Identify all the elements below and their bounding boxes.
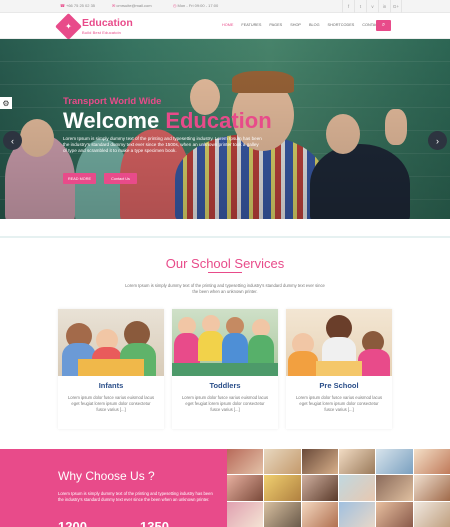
hero-kicker: Transport World Wide [63,96,162,107]
stat-number: 1350 [140,519,169,527]
slider-next-button[interactable]: › [428,131,447,150]
service-card-infants[interactable]: Infants Lorem ipsum dolor fusce varius e… [58,309,164,429]
service-description: Lorem ipsum dolor fusce varius euismod l… [295,395,383,412]
hero-title: Welcome Education [63,108,272,133]
collage-photo [376,449,413,475]
nav-home[interactable]: HOME [222,23,233,27]
service-description: Lorem ipsum dolor fusce varius euismod l… [67,395,155,412]
collage-photo [227,449,264,475]
title-underline [208,272,242,273]
google-plus-icon[interactable]: G+ [390,0,402,13]
slider-prev-button[interactable]: ‹ [3,131,22,150]
chevron-left-icon: ‹ [11,135,14,146]
clock-icon: ◷ [173,3,177,8]
nav-shop[interactable]: SHOP [290,23,301,27]
search-button[interactable]: ⌕ [376,20,391,31]
nav-features[interactable]: FEATURES [241,23,261,27]
collage-photo [227,501,264,527]
nav-blog[interactable]: BLOG [309,23,320,27]
gear-icon: ⚙ [2,98,10,108]
service-title: Pre School [319,381,359,390]
collage-photo [301,475,338,501]
settings-toggle[interactable]: ⚙ [0,97,12,109]
collage-photo [264,475,301,501]
collage-photo [413,475,450,501]
collage-photo [301,501,338,527]
collage-photo [227,475,264,501]
service-description: Lorem ipsum dolor fusce varius euismod l… [181,395,269,412]
twitter-icon[interactable]: t [354,0,366,13]
collage-photo [376,475,413,501]
collage-photo [413,501,450,527]
social-links: f t v in G+ [342,0,402,13]
collage-photo [338,475,376,501]
stat-number: 1200 [58,519,87,527]
logo-icon[interactable]: ✦ [55,13,82,40]
why-description: Lorem Ipsum is simply dummy text of the … [58,491,213,502]
service-card-preschool[interactable]: Pre School Lorem ipsum dolor fusce variu… [286,309,392,429]
email-info[interactable]: ✉cmrsuite@mail.com [112,3,152,8]
collage-photo [264,501,301,527]
services-title: Our School Services [165,256,285,271]
chevron-right-icon: › [436,135,439,146]
vimeo-icon[interactable]: v [366,0,378,13]
phone-icon: ☎ [60,3,65,8]
read-more-button[interactable]: READ MORE [63,173,96,184]
service-image [58,309,164,376]
collage-photo [413,449,450,475]
service-card-toddlers[interactable]: Toddlers Lorem ipsum dolor fusce varius … [172,309,278,429]
service-title: Toddlers [209,381,241,390]
facebook-icon[interactable]: f [342,0,354,13]
collage-photo [338,449,376,475]
nav-pages[interactable]: PAGES [269,23,282,27]
photo-collage [227,449,450,527]
logo-subtitle: Build Best Educatoin [82,30,121,35]
phone-info: ☎+66 75 25 02 35 [60,3,96,8]
why-choose-section: Why Choose Us ? Lorem Ipsum is simply du… [0,449,227,527]
logo-title[interactable]: Education [82,17,133,29]
service-title: Infants [98,381,124,390]
collage-photo [338,501,376,527]
collage-photo [376,501,413,527]
search-icon: ⌕ [381,22,386,28]
contact-us-button[interactable]: Contact Us [104,173,137,184]
why-title: Why Choose Us ? [58,469,155,483]
hours-info: ◷Mon - Fri 09:00 - 17:00 [173,3,219,8]
nav-shortcodes[interactable]: SHORTCODES [328,23,355,27]
service-image [172,309,278,376]
hero-description: Lorem Ipsum is simply dummy text of the … [63,136,262,153]
section-divider [0,236,450,238]
main-nav: HOME FEATURES PAGES SHOP BLOG SHORTCODES… [222,23,395,27]
mail-icon: ✉ [112,3,116,8]
site-header: ✦ Education Build Best Educatoin HOME FE… [0,13,450,40]
service-image [286,309,392,376]
services-description: Lorem Ipsum is simply dummy text of the … [125,283,325,294]
linkedin-icon[interactable]: in [378,0,390,13]
collage-photo [301,449,338,475]
collage-photo [264,449,301,475]
top-bar: ☎+66 75 25 02 35 ✉cmrsuite@mail.com ◷Mon… [0,0,450,13]
